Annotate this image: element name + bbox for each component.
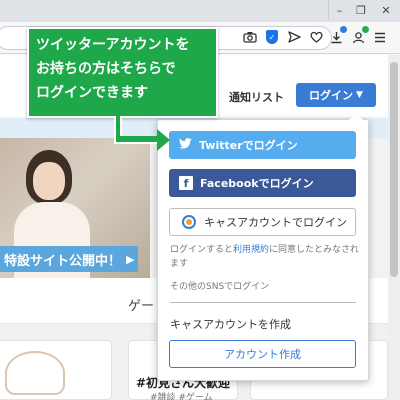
chevron-down-icon: ▼ [356,90,363,100]
camera-icon[interactable] [242,29,258,45]
callout-arrow-head [157,129,170,151]
card-subtitle: #雑談 #ゲーム [150,393,213,400]
login-dropdown-button[interactable]: ログイン ▼ [296,83,376,107]
close-window-button[interactable]: ✕ [372,0,400,20]
callout-line-1: ツイッターアカウントを [36,37,190,53]
callout-arrow-bar [114,136,160,144]
profile-icon[interactable] [350,26,369,45]
terms-link[interactable]: 利用規約 [233,245,269,255]
callout-line-3: ログインできます [36,85,148,101]
facebook-login-button[interactable]: f Facebookでログイン [169,169,356,197]
login-button-label: ログイン [309,89,354,102]
scrollbar-thumb[interactable] [390,62,398,277]
person-face [33,162,65,200]
shield-icon[interactable]: ✓ [264,29,280,45]
download-icon[interactable] [328,26,347,45]
menu-icon[interactable] [372,29,388,45]
callout-line-2: お持ちの方はそちらで [36,61,176,77]
facebook-login-label: Facebookでログイン [200,177,314,190]
section-label[interactable]: ゲー [128,295,154,314]
heart-icon[interactable] [308,29,324,45]
special-site-banner[interactable]: 特設サイト公開中！ ▶ [0,246,138,272]
create-account-heading: キャスアカウントを作成 [170,318,291,331]
dropdown-caret [349,113,363,120]
annotation-callout: ツイッターアカウントを お持ちの方はそちらで ログインできます [27,27,218,118]
browser-extension-icons [328,26,388,45]
minimize-button[interactable]: – [328,0,350,20]
twitter-icon [179,138,192,152]
stream-card[interactable] [0,340,112,400]
window-controls: – ❐ ✕ [328,0,400,20]
address-bar-icons: ✓ [242,29,324,45]
profile-badge [362,26,369,33]
terms-notice: ログインすると利用規約に同意したとみなされます [170,243,360,271]
other-sns-login-link[interactable]: その他のSNSでログイン [170,279,269,292]
twitter-login-label: Twitterでログイン [199,139,298,152]
card-thumbnail [5,351,65,395]
send-icon[interactable] [286,29,302,45]
facebook-icon: f [179,176,193,190]
twitcasting-icon [182,215,196,229]
play-icon: ▶ [126,252,135,266]
twitter-login-button[interactable]: Twitterでログイン [169,131,356,159]
maximize-button[interactable]: ❐ [350,0,372,20]
download-badge [340,26,347,33]
cas-login-button[interactable]: キャスアカウントでログイン [169,208,356,236]
dropdown-divider [170,302,356,303]
banner-text: 特設サイト公開中！ [4,253,122,269]
notification-list-link[interactable]: 通知リスト [229,89,284,105]
terms-pre-text: ログインすると [170,245,234,255]
create-account-button[interactable]: アカウント作成 [169,340,356,368]
cas-login-label: キャスアカウントでログイン [204,216,347,229]
